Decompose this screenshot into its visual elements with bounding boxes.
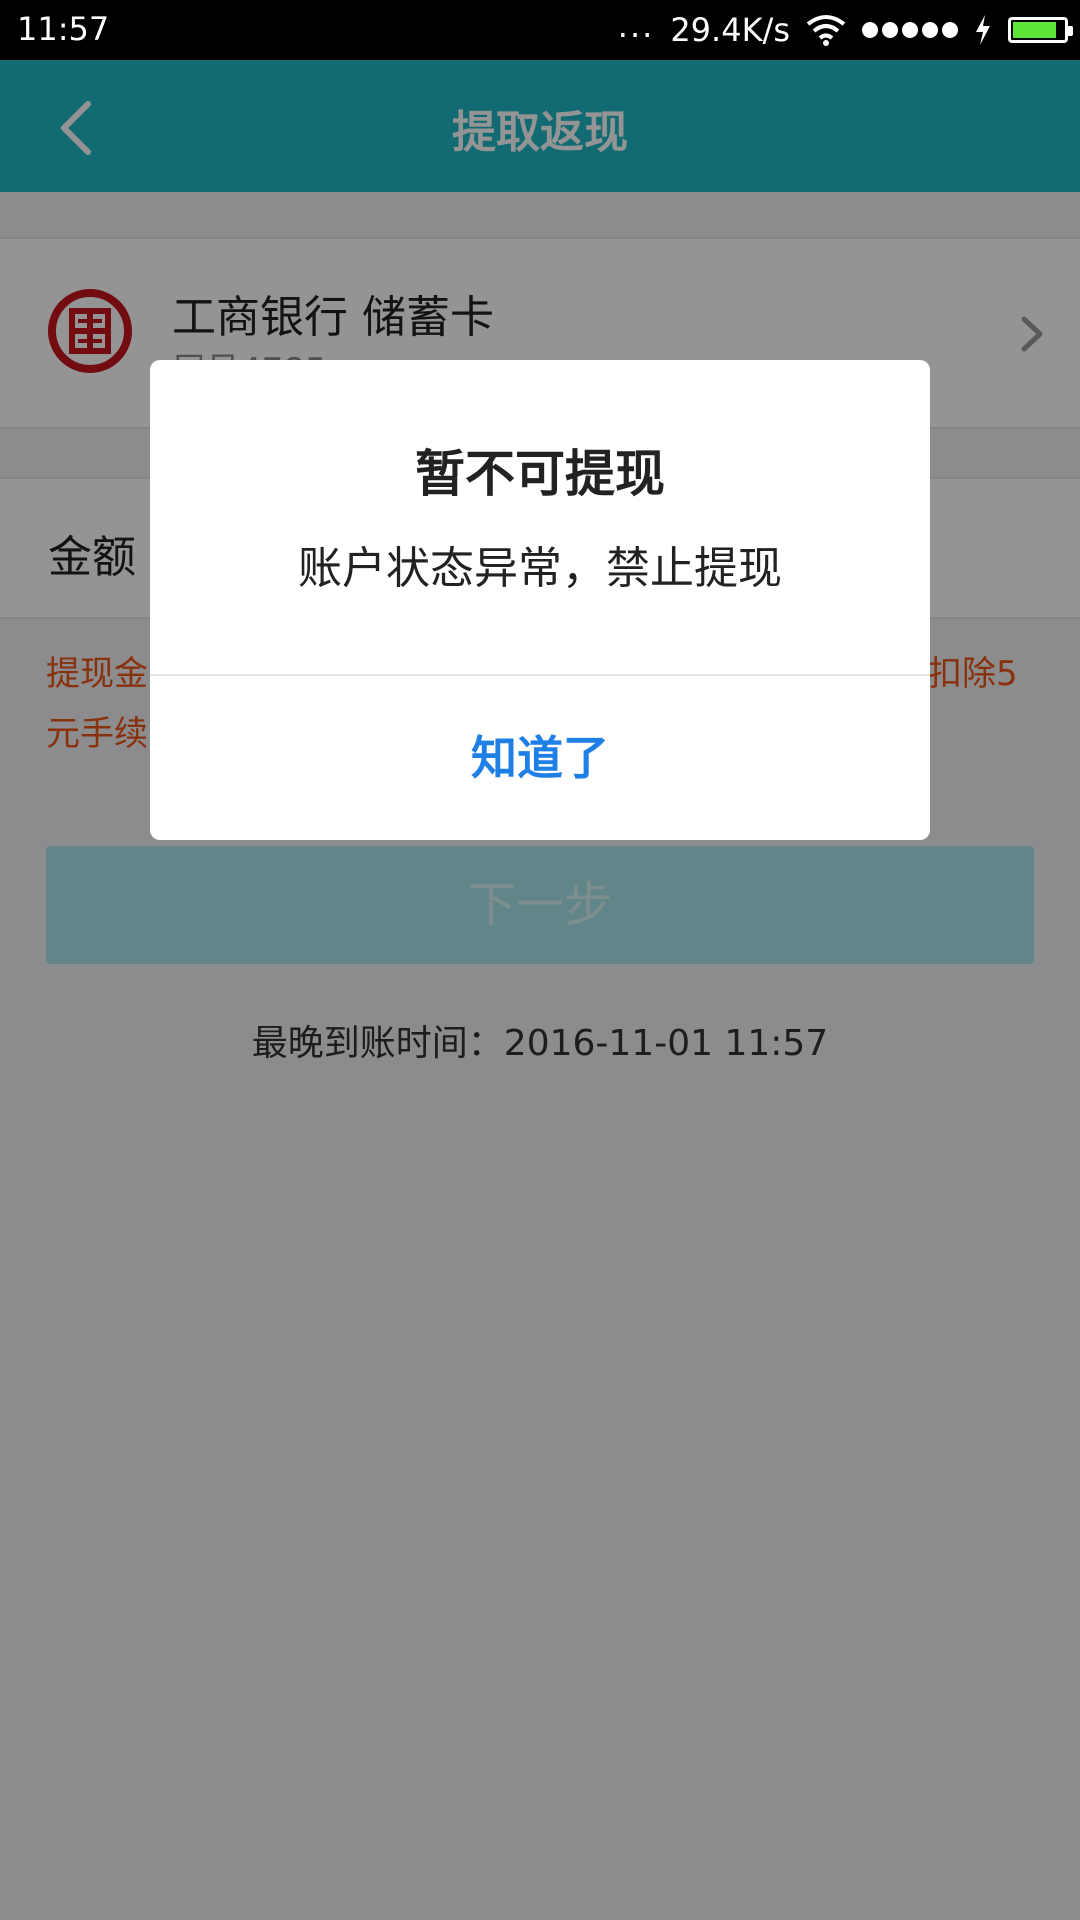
withdraw-screen: 11:57 ... 29.4K/s 提取返现 工商银行 储蓄卡 金额 提现金 扣… xyxy=(0,0,1080,1920)
status-bar: 11:57 ... 29.4K/s xyxy=(0,0,1080,60)
got-it-button[interactable]: 知道了 xyxy=(150,676,930,840)
modal-overlay[interactable] xyxy=(0,60,1080,1920)
wifi-icon xyxy=(806,15,846,46)
battery-icon xyxy=(1008,17,1073,43)
more-dots: ... xyxy=(617,7,655,45)
signal-icon xyxy=(862,22,958,38)
charging-icon xyxy=(976,15,990,45)
network-speed: 29.4K/s xyxy=(670,11,790,49)
status-time: 11:57 xyxy=(17,10,110,48)
dialog-title: 暂不可提现 xyxy=(415,445,665,503)
alert-dialog: 暂不可提现 账户状态异常，禁止提现 知道了 xyxy=(150,360,930,840)
status-icons: ... 29.4K/s xyxy=(617,7,1073,52)
dialog-message: 账户状态异常，禁止提现 xyxy=(298,543,782,594)
